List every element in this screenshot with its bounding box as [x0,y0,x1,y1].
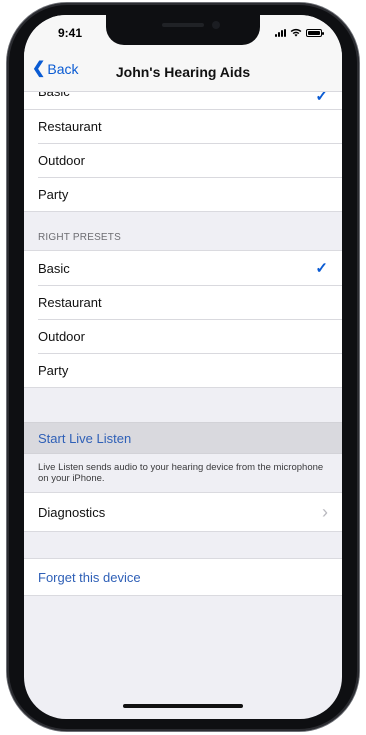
preset-row-right-party[interactable]: Party [24,353,342,387]
forget-device-button[interactable]: Forget this device [24,558,342,596]
start-live-listen-button[interactable]: Start Live Listen [24,422,342,454]
iphone-frame: 9:41 ❮ Back John's Hearing Aids Basic ✓ … [7,3,359,731]
side-button [357,151,359,215]
back-button[interactable]: ❮ Back [32,60,79,78]
preset-row-right-restaurant[interactable]: Restaurant [24,285,342,319]
settings-list: Basic ✓ Restaurant Outdoor Party RIGHT P… [24,91,342,596]
status-icons [275,28,324,37]
preset-label: Restaurant [38,294,102,310]
preset-label: Basic [38,91,70,99]
speaker-grill [162,23,204,27]
section-spacer [24,532,342,558]
cellular-signal-icon [275,28,286,37]
battery-icon [306,28,324,37]
back-label: Back [47,61,79,77]
front-camera [212,21,220,29]
preset-row-left-outdoor[interactable]: Outdoor [24,143,342,177]
screen: 9:41 ❮ Back John's Hearing Aids Basic ✓ … [24,15,342,719]
left-presets-group: Basic ✓ Restaurant Outdoor Party [24,91,342,212]
preset-row-right-outdoor[interactable]: Outdoor [24,319,342,353]
diagnostics-label: Diagnostics [38,504,106,520]
chevron-right-icon: › [322,502,328,522]
wifi-icon [290,28,302,37]
volume-up-button [7,121,9,155]
live-listen-footer: Live Listen sends audio to your hearing … [24,454,342,492]
preset-label: Outdoor [38,328,85,344]
preset-label: Party [38,186,69,202]
volume-down-button [7,165,9,199]
preset-row-left-basic[interactable]: Basic ✓ [24,91,342,109]
status-time: 9:41 [58,26,83,40]
preset-label: Party [38,362,69,378]
navigation-bar: ❮ Back John's Hearing Aids [24,53,342,92]
diagnostics-row[interactable]: Diagnostics › [24,493,342,531]
right-presets-header: RIGHT PRESETS [24,212,342,250]
preset-row-left-restaurant[interactable]: Restaurant [24,109,342,143]
preset-row-right-basic[interactable]: Basic ✓ [24,251,342,285]
home-indicator[interactable] [123,704,243,708]
diagnostics-group: Diagnostics › [24,492,342,532]
section-spacer [24,388,342,422]
preset-label: Restaurant [38,119,102,134]
chevron-left-icon: ❮ [32,60,46,77]
notch [106,15,260,45]
preset-row-left-party[interactable]: Party [24,177,342,211]
checkmark-icon: ✓ [315,259,328,277]
right-presets-group: Basic ✓ Restaurant Outdoor Party [24,250,342,388]
preset-label: Outdoor [38,152,85,168]
preset-label: Basic [38,260,70,276]
checkmark-icon: ✓ [315,91,328,105]
